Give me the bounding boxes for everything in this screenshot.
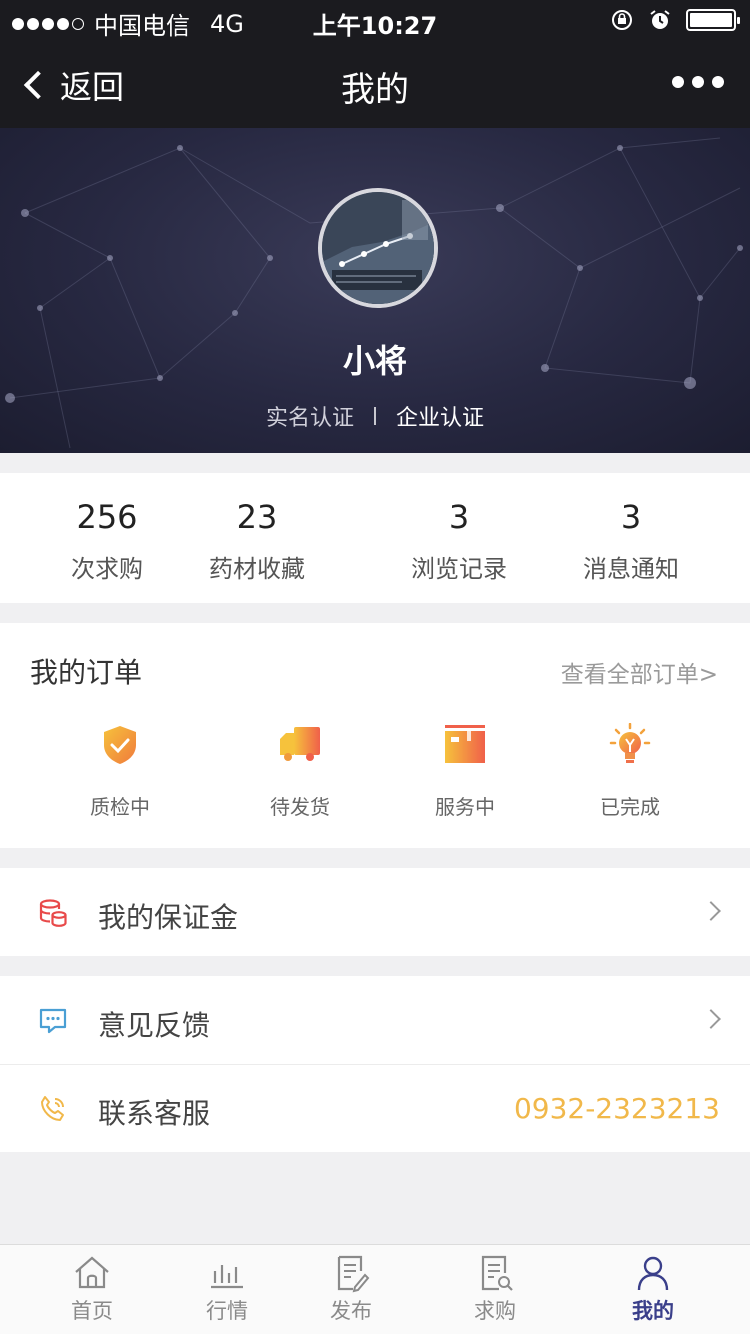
certification-row: 实名认证 企业认证 [0, 400, 750, 432]
order-quality-check[interactable]: 质检中 [60, 723, 180, 820]
stat-value: 3 [448, 498, 470, 536]
page-title: 我的 [341, 70, 409, 110]
tab-market[interactable]: 行情 [177, 1253, 277, 1325]
order-in-service[interactable]: 服务中 [405, 723, 525, 820]
tab-purchase[interactable]: 求购 [445, 1253, 545, 1325]
tab-label: 行情 [206, 1299, 248, 1323]
tab-publish[interactable]: 发布 [301, 1253, 401, 1325]
order-label: 服务中 [435, 795, 495, 819]
phone-icon [41, 1096, 64, 1121]
menu-label: 意见反馈 [98, 1009, 211, 1042]
tab-label: 首页 [71, 1299, 113, 1323]
stat-label: 药材收藏 [209, 555, 305, 583]
lightbulb-icon [609, 722, 651, 763]
deposit-card: 我的保证金 [0, 868, 750, 956]
home-icon [75, 1256, 109, 1289]
stat-value: 256 [76, 498, 138, 536]
personal-cert-link[interactable]: 实名认证 [266, 400, 354, 432]
service-phone-number[interactable]: 0932-2323213 [514, 1092, 720, 1125]
avatar[interactable] [318, 188, 438, 308]
menu-label: 联系客服 [98, 1097, 211, 1130]
order-label: 待发货 [270, 795, 330, 819]
tab-home[interactable]: 首页 [42, 1253, 142, 1325]
username: 小将 [342, 342, 407, 380]
stat-label: 浏览记录 [411, 555, 507, 583]
alarm-icon [650, 10, 670, 29]
status-icons [610, 8, 740, 32]
search-doc-icon [481, 1255, 513, 1291]
company-cert-link[interactable]: 企业认证 [396, 400, 484, 432]
order-pending-shipment[interactable]: 待发货 [240, 723, 360, 820]
status-bar: 中国电信 4G 上午10:27 [0, 0, 750, 40]
contact-service-row[interactable]: 联系客服 0932-2323213 [0, 1064, 750, 1152]
battery-icon [686, 9, 740, 31]
my-deposit-row[interactable]: 我的保证金 [0, 868, 750, 956]
more-dots-icon [672, 76, 684, 88]
tab-label: 发布 [330, 1299, 372, 1323]
stat-favorites[interactable]: 23 药材收藏 [177, 497, 337, 584]
more-options-button[interactable] [672, 76, 724, 88]
stats-bar: 256 次求购 23 药材收藏 3 浏览记录 3 消息通知 [0, 473, 750, 603]
feedback-row[interactable]: 意见反馈 [0, 976, 750, 1064]
edit-doc-icon [337, 1255, 370, 1293]
stat-notifications[interactable]: 3 消息通知 [551, 497, 711, 584]
truck-icon [280, 727, 320, 761]
stat-value: 23 [236, 498, 278, 536]
stat-label: 消息通知 [583, 555, 679, 583]
avatar-image [322, 192, 434, 304]
stat-label: 次求购 [71, 555, 143, 583]
order-completed[interactable]: 已完成 [570, 722, 690, 820]
nav-bar: 返回 我的 [0, 40, 750, 128]
stat-value: 3 [620, 498, 642, 536]
cert-divider [374, 407, 376, 425]
stat-history[interactable]: 3 浏览记录 [379, 497, 539, 584]
rotation-lock-icon [612, 10, 632, 30]
tab-label: 求购 [474, 1299, 516, 1323]
profile-header: 小将 实名认证 企业认证 [0, 128, 750, 453]
chevron-right-icon [701, 901, 721, 921]
order-label: 已完成 [600, 795, 660, 819]
orders-card: 我的订单 查看全部订单> 质检中 待发货 服务中 已完成 [0, 623, 750, 848]
order-label: 质检中 [90, 795, 150, 819]
menu-label: 我的保证金 [98, 901, 239, 934]
coins-stack-icon [39, 899, 67, 927]
orders-title: 我的订单 [30, 656, 143, 689]
person-icon [637, 1256, 669, 1291]
tab-mine[interactable]: 我的 [603, 1253, 703, 1325]
tab-bar: 首页 行情 发布 求购 我的 [0, 1244, 750, 1334]
support-card: 意见反馈 联系客服 0932-2323213 [0, 976, 750, 1152]
chat-bubble-icon [39, 1008, 67, 1034]
stat-purchases[interactable]: 256 次求购 [27, 497, 187, 584]
package-icon [445, 725, 485, 763]
shield-check-icon [104, 726, 136, 764]
tab-label: 我的 [632, 1299, 674, 1323]
chevron-right-icon [701, 1009, 721, 1029]
view-all-orders-link[interactable]: 查看全部订单> [561, 655, 718, 689]
chart-bars-icon [211, 1265, 243, 1289]
